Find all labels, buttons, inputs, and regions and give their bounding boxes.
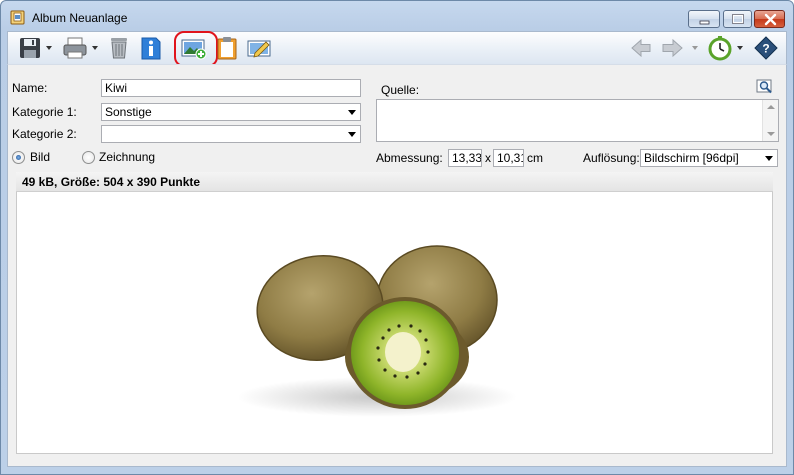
radio-zeichnung[interactable] [82,151,95,164]
kategorie1-select[interactable]: Sonstige [101,103,361,121]
close-button[interactable] [754,10,785,28]
chevron-down-icon [348,132,356,137]
save-dropdown-icon[interactable] [46,46,52,50]
window-title: Album Neuanlage [32,11,128,25]
back-arrow-icon [631,38,651,58]
radio-bild-label[interactable]: Bild [30,150,50,164]
app-icon [10,10,25,25]
quelle-label: Quelle: [381,83,420,97]
kategorie1-label: Kategorie 1: [12,105,77,119]
form-area: Name: Kiwi Kategorie 1: Sonstige Kategor… [7,64,787,467]
edit-image-button[interactable] [246,35,272,61]
add-image-icon [181,39,207,60]
forward-arrow-icon [662,38,683,58]
kategorie2-label: Kategorie 2: [12,127,77,141]
unit-label: cm [527,151,543,165]
album-window: Album Neuanlage ? Name: Kiwi Kategorie 1… [0,0,794,475]
toolbar: ? [7,31,787,67]
minimize-button[interactable] [688,10,720,28]
height-input[interactable]: 10,31 [493,149,524,167]
aufloesung-label: Auflösung: [583,151,640,165]
maximize-icon [732,14,744,24]
print-icon [63,37,87,59]
back-button[interactable] [630,35,652,61]
name-label: Name: [12,81,48,95]
edit-image-icon [247,40,271,58]
magnifier-icon [756,79,772,94]
name-input[interactable]: Kiwi [101,79,361,97]
svg-text:?: ? [762,42,769,56]
clipboard-icon [217,37,237,60]
info-icon [141,37,161,60]
timer-dropdown-icon[interactable] [737,46,743,50]
forward-dropdown-icon[interactable] [692,46,698,50]
minimize-icon [699,20,710,25]
kategorie1-value: Sonstige [105,105,152,119]
print-dropdown-icon[interactable] [92,46,98,50]
timer-button[interactable] [708,35,734,61]
close-icon [764,13,777,26]
image-preview[interactable] [16,192,773,454]
maximize-button[interactable] [723,10,752,28]
radio-zeichnung-label[interactable]: Zeichnung [99,150,155,164]
aufloesung-value: Bildschirm [96dpi] [644,151,739,165]
times-sign: x [485,151,491,165]
help-icon: ? [754,36,778,60]
image-info-bar: 49 kB, Größe: 504 x 390 Punkte [16,172,773,192]
image-info-text: 49 kB, Größe: 504 x 390 Punkte [22,175,201,189]
width-input[interactable]: 13,33 [448,149,482,167]
timer-icon [708,36,732,61]
aufloesung-select[interactable]: Bildschirm [96dpi] [640,149,778,167]
chevron-down-icon [348,110,356,115]
abmessung-label: Abmessung: [376,151,443,165]
quelle-scrollbar[interactable] [762,100,778,141]
radio-bild[interactable] [12,151,25,164]
kiwi-image [237,245,517,417]
trash-icon [111,38,127,59]
kategorie2-select[interactable] [101,125,361,143]
add-image-button[interactable] [174,31,218,67]
scroll-down-icon[interactable] [767,132,775,136]
print-button[interactable] [62,35,88,61]
scroll-up-icon[interactable] [767,105,775,109]
quelle-textarea[interactable] [376,99,779,142]
paste-button[interactable] [216,35,238,61]
title-bar: Album Neuanlage [1,1,793,31]
forward-button[interactable] [660,35,686,61]
save-button[interactable] [18,35,42,61]
help-button[interactable]: ? [753,35,779,61]
info-button[interactable] [140,35,162,61]
save-icon [20,38,40,58]
delete-button[interactable] [108,35,130,61]
search-source-button[interactable] [756,79,774,98]
chevron-down-icon [765,156,773,161]
